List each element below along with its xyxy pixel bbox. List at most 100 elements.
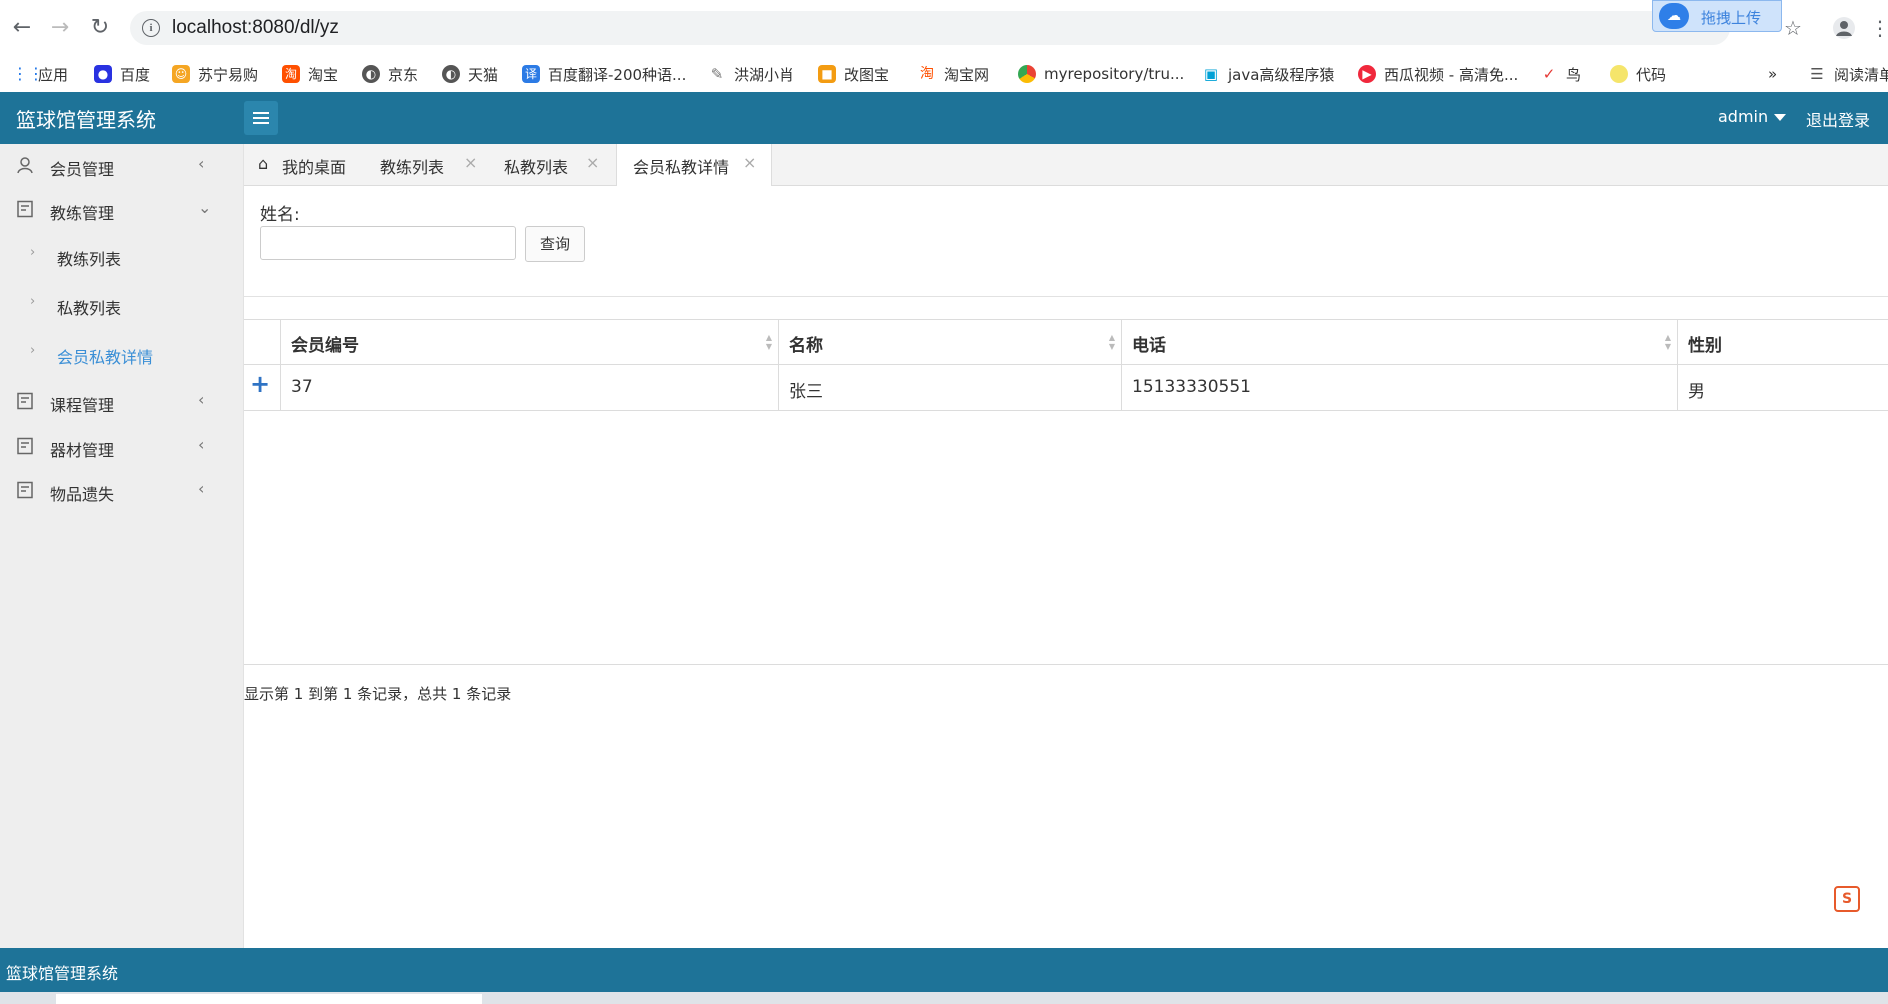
- bookmark-suning[interactable]: ☺ 苏宁易购: [172, 62, 258, 86]
- reload-icon[interactable]: ↻: [86, 14, 114, 42]
- tab-private-coach-list[interactable]: 私教列表 ×: [488, 144, 610, 185]
- reading-list[interactable]: ☰ 阅读清单: [1808, 62, 1888, 86]
- footer-text: 篮球馆管理系统: [6, 964, 119, 983]
- close-icon[interactable]: ×: [743, 153, 756, 172]
- sidebar-item-lost-items[interactable]: 物品遗失 ‹: [0, 469, 243, 513]
- bookmark-xigua[interactable]: ▶ 西瓜视频 - 高清免...: [1358, 62, 1518, 86]
- translate-icon: 译: [522, 65, 540, 83]
- bilibili-icon: ▣: [1203, 65, 1219, 83]
- name-label: 姓名:: [260, 205, 300, 225]
- app-header: 篮球馆管理系统 admin 退出登录: [0, 92, 1888, 144]
- query-button[interactable]: 查询: [525, 226, 585, 262]
- chevron-down-icon: ⌄: [198, 198, 212, 217]
- sidebar-item-coaches[interactable]: 教练管理 ⌄: [0, 188, 243, 232]
- forward-arrow-icon[interactable]: →: [46, 14, 74, 42]
- more-vert-icon[interactable]: ⋮: [1870, 16, 1888, 40]
- taskbar: [0, 992, 1888, 1004]
- doc-icon: [16, 437, 34, 455]
- sidebar-item-equipment[interactable]: 器材管理 ‹: [0, 425, 243, 469]
- bookmark-baidu-translate[interactable]: 译 百度翻译-200种语...: [522, 62, 686, 86]
- pen-icon: ✎: [710, 65, 724, 83]
- leaf-icon: [1610, 65, 1628, 83]
- bookmark-gaitubao[interactable]: ■ 改图宝: [818, 62, 889, 86]
- bookmark-jd[interactable]: ◐ 京东: [362, 62, 418, 86]
- column-header[interactable]: 名称 ▲ ▼: [779, 320, 1122, 365]
- user-name: admin: [1718, 107, 1769, 126]
- chevron-left-icon: ‹: [198, 390, 205, 409]
- sidebar-sub-label: 私教列表: [57, 299, 122, 318]
- sidebar-item-members[interactable]: 会员管理 ‹: [0, 144, 243, 188]
- sidebar: 会员管理 ‹ 教练管理 ⌄ › 教练列表 › 私教列表 › 会员私教详情 课程管…: [0, 144, 244, 948]
- sidebar-sub-coach-list[interactable]: › 教练列表: [0, 234, 243, 278]
- sidebar-sub-private-coach-list[interactable]: › 私教列表: [0, 283, 243, 327]
- browser-toolbar: ← → ↻ i localhost:8080/dl/yz ☁ 拖拽上传 ☆ ⋮: [0, 0, 1888, 56]
- upload-badge[interactable]: ☁ 拖拽上传: [1652, 0, 1782, 32]
- bookmark-bird[interactable]: ✓ 鸟: [1540, 62, 1581, 86]
- bookmark-baidu[interactable]: ● 百度: [94, 62, 150, 86]
- back-arrow-icon[interactable]: ←: [8, 14, 36, 42]
- tab-coach-list[interactable]: 教练列表 ×: [364, 144, 488, 185]
- globe-icon: ◐: [362, 65, 380, 83]
- bookmark-tmall[interactable]: ◐ 天猫: [442, 62, 498, 86]
- address-url[interactable]: localhost:8080/dl/yz: [172, 17, 339, 39]
- sidebar-sub-member-private-coach[interactable]: › 会员私教详情: [0, 332, 243, 376]
- close-icon[interactable]: ×: [586, 153, 599, 172]
- bookmark-label: 代码: [1636, 65, 1667, 84]
- bookmark-label: 京东: [388, 65, 419, 84]
- column-header[interactable]: 性别: [1678, 320, 1888, 365]
- app-brand: 篮球馆管理系统: [16, 108, 156, 132]
- bookmark-label: 百度翻译-200种语...: [548, 65, 687, 84]
- site-info-icon[interactable]: i: [142, 19, 160, 37]
- bookmark-apps[interactable]: ⋮⋮ 应用: [12, 62, 68, 86]
- column-header-label: 名称: [789, 336, 823, 356]
- bookmark-label: 改图宝: [844, 65, 890, 84]
- tab-label: 教练列表: [380, 158, 445, 177]
- table-cell: 15133330551: [1122, 365, 1678, 411]
- bookmark-code[interactable]: 代码: [1610, 62, 1666, 86]
- member-table: 会员编号 ▲ ▼ 名称 ▲ ▼ 电话 ▲ ▼ 性别 + 37 张三 151333305…: [244, 319, 1888, 665]
- doc-icon: [16, 392, 34, 410]
- expand-plus-icon[interactable]: +: [250, 371, 270, 397]
- user-menu[interactable]: admin: [1718, 107, 1787, 126]
- column-header[interactable]: 电话 ▲ ▼: [1122, 320, 1678, 365]
- search-panel: 姓名: 查询: [244, 186, 1888, 297]
- profile-avatar-icon[interactable]: [1832, 16, 1856, 45]
- name-search-input[interactable]: [260, 226, 516, 260]
- bookmark-label: 西瓜视频 - 高清免...: [1384, 65, 1519, 84]
- bookmark-java[interactable]: ▣ java高级程序猿: [1202, 62, 1335, 86]
- sidebar-item-courses[interactable]: 课程管理 ‹: [0, 380, 243, 424]
- bookmark-taobao-net[interactable]: 淘 淘宝网: [918, 62, 989, 86]
- globe-icon: ◐: [442, 65, 460, 83]
- suning-icon: ☺: [172, 65, 190, 83]
- upload-badge-label: 拖拽上传: [1701, 9, 1762, 27]
- sort-icon: ▲ ▼: [1108, 333, 1116, 351]
- bookmark-myrepository[interactable]: myrepository/tru...: [1018, 62, 1184, 86]
- menu-toggle-button[interactable]: [244, 101, 278, 135]
- bookmark-honghu[interactable]: ✎ 洪湖小肖: [708, 62, 794, 86]
- reading-list-label: 阅读清单: [1834, 65, 1888, 84]
- apps-grid-icon: ⋮⋮: [12, 64, 44, 83]
- logout-link[interactable]: 退出登录: [1806, 107, 1870, 131]
- table-row-expand[interactable]: +: [244, 365, 281, 411]
- cell-value: 37: [291, 377, 313, 397]
- bookmark-label: 苏宁易购: [198, 65, 259, 84]
- column-header[interactable]: 会员编号 ▲ ▼: [281, 320, 779, 365]
- bookmark-taobao[interactable]: 淘 淘宝: [282, 62, 338, 86]
- cell-value: 张三: [789, 382, 823, 402]
- taskbar-search[interactable]: [56, 994, 482, 1004]
- star-icon[interactable]: ☆: [1784, 16, 1802, 40]
- tab-label: 我的桌面: [282, 158, 347, 177]
- bookmarks-overflow[interactable]: »: [1768, 62, 1777, 86]
- expand-header: [244, 320, 281, 365]
- ime-sogou-icon[interactable]: S: [1834, 886, 1860, 912]
- chevron-left-icon: ‹: [198, 479, 205, 498]
- address-bar[interactable]: i localhost:8080/dl/yz: [130, 11, 1730, 45]
- close-icon[interactable]: ×: [464, 153, 477, 172]
- reading-list-icon: ☰: [1810, 65, 1824, 83]
- table-cell: 37: [281, 365, 779, 411]
- column-header-label: 性别: [1688, 336, 1722, 356]
- bookmark-label: 鸟: [1566, 65, 1582, 84]
- doc-icon: [16, 200, 34, 218]
- tab-member-private-coach[interactable]: 会员私教详情 ×: [616, 144, 772, 186]
- tab-desktop[interactable]: ⌂ 我的桌面: [244, 144, 364, 185]
